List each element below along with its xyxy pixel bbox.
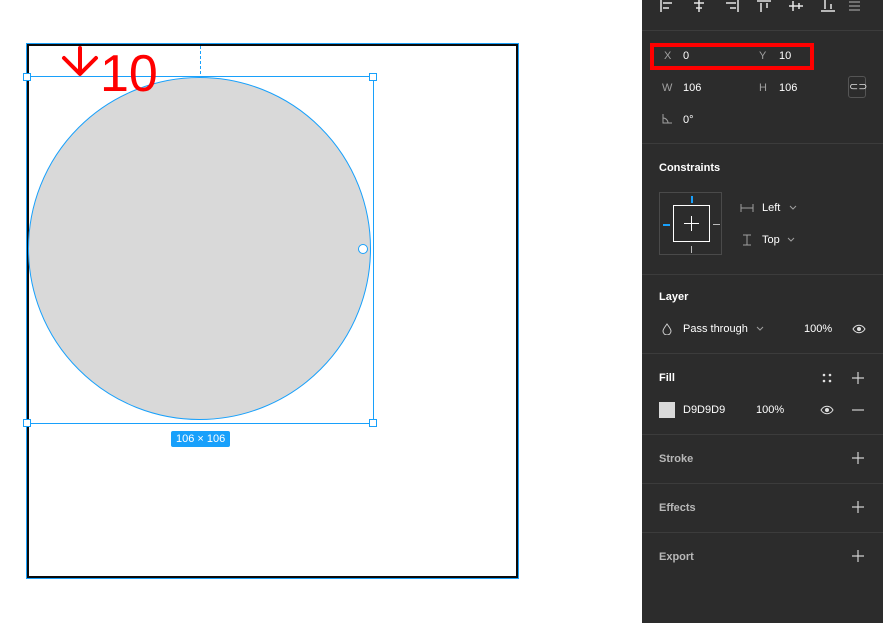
divider — [642, 353, 883, 354]
fill-hex-input[interactable]: D9D9D9 — [683, 404, 725, 416]
export-title: Export — [659, 551, 694, 563]
align-left-icon[interactable] — [660, 0, 674, 14]
vertical-constraint-select[interactable]: Top — [762, 234, 780, 246]
resize-handle-top-right[interactable] — [369, 73, 377, 81]
horizontal-constraint-icon — [740, 204, 754, 212]
align-right-icon[interactable] — [725, 0, 739, 14]
divider — [642, 483, 883, 484]
add-fill-icon[interactable] — [852, 372, 864, 384]
align-bottom-icon[interactable] — [821, 0, 835, 14]
chevron-down-icon — [756, 326, 764, 331]
blend-mode-select[interactable]: Pass through — [683, 323, 748, 335]
align-vertical-center-icon[interactable] — [789, 0, 803, 14]
constraints-title: Constraints — [659, 162, 721, 174]
constraint-right-marker[interactable] — [713, 224, 720, 225]
constrain-proportions-icon[interactable]: ⊂⊃ — [848, 76, 867, 98]
align-horizontal-center-icon[interactable] — [692, 0, 706, 14]
design-canvas[interactable]: 106 × 106 10 — [0, 0, 642, 623]
rotation-icon — [662, 114, 672, 124]
height-input[interactable]: 106 — [779, 82, 797, 94]
blend-mode-drop-icon — [662, 323, 672, 335]
constraint-bottom-marker[interactable] — [691, 246, 692, 253]
stroke-title: Stroke — [659, 453, 694, 465]
fill-color-swatch[interactable] — [659, 402, 675, 418]
constraint-left-marker[interactable] — [663, 224, 670, 226]
plus-icon — [684, 216, 699, 231]
distance-guide — [200, 46, 201, 74]
fill-title: Fill — [659, 372, 675, 384]
h-label: H — [759, 82, 767, 94]
layer-opacity-input[interactable]: 100% — [804, 323, 832, 335]
arc-handle[interactable] — [358, 244, 368, 254]
add-stroke-icon[interactable] — [852, 452, 864, 464]
constraint-top-marker[interactable] — [691, 196, 693, 203]
constraints-widget[interactable] — [659, 192, 722, 255]
resize-handle-top-left[interactable] — [23, 73, 31, 81]
annotation-label: 10 — [100, 45, 158, 103]
divider — [642, 274, 883, 275]
xy-highlight-box — [650, 43, 814, 70]
resize-handle-bottom-left[interactable] — [23, 419, 31, 427]
width-input[interactable]: 106 — [683, 82, 701, 94]
eye-icon[interactable] — [852, 324, 866, 334]
add-effect-icon[interactable] — [852, 501, 864, 513]
chevron-down-icon — [789, 205, 797, 210]
divider — [642, 434, 883, 435]
align-top-icon[interactable] — [757, 0, 771, 14]
arrow-down-icon — [62, 46, 98, 76]
selection-box[interactable] — [26, 76, 374, 424]
vertical-constraint-icon — [743, 234, 751, 246]
size-badge: 106 × 106 — [171, 431, 231, 447]
w-label: W — [662, 82, 673, 94]
eye-icon[interactable] — [820, 405, 834, 415]
resize-handle-bottom-right[interactable] — [369, 419, 377, 427]
distribute-icon[interactable] — [848, 0, 862, 14]
horizontal-constraint-select[interactable]: Left — [762, 202, 780, 214]
constraints-inner-box — [673, 205, 710, 242]
alignment-toolbar — [642, 0, 883, 31]
chevron-down-icon — [787, 237, 795, 242]
effects-title: Effects — [659, 502, 696, 514]
remove-fill-icon[interactable] — [852, 409, 864, 411]
layer-title: Layer — [659, 291, 689, 303]
styles-grid-icon[interactable] — [822, 373, 832, 383]
properties-panel: X 0 Y 10 W 106 H 106 ⊂⊃ 0° Constraints L… — [642, 0, 883, 623]
divider — [642, 532, 883, 533]
fill-opacity-input[interactable]: 100% — [756, 404, 784, 416]
divider — [642, 143, 883, 144]
rotation-input[interactable]: 0° — [683, 114, 694, 126]
add-export-icon[interactable] — [852, 550, 864, 562]
